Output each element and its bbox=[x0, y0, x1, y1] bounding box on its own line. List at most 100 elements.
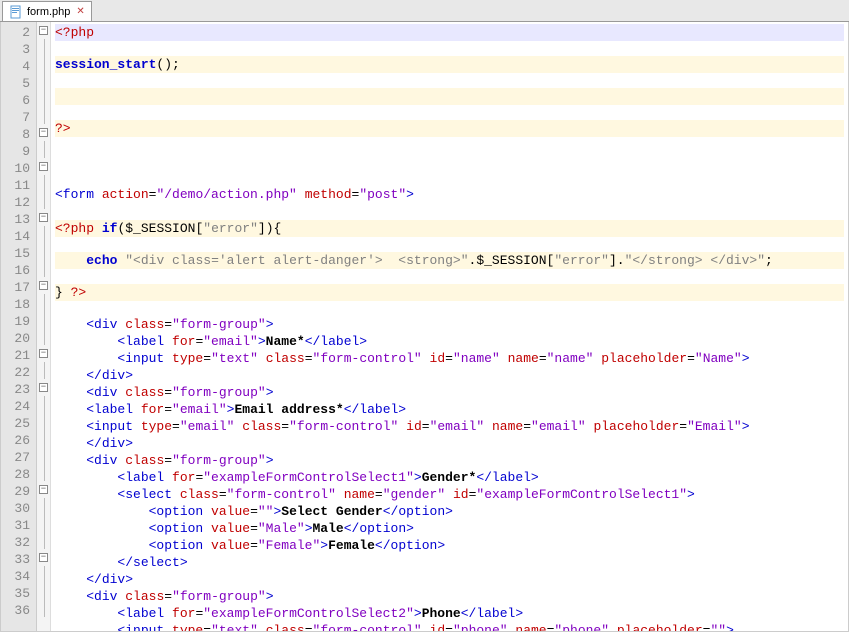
fold-marker[interactable] bbox=[37, 294, 50, 311]
line-number: 7 bbox=[5, 109, 30, 126]
code-line[interactable]: <label for="exampleFormControlSelect2">P… bbox=[55, 606, 523, 621]
line-number: 27 bbox=[5, 449, 30, 466]
code-editor[interactable]: 2345678910111213141516171819202122232425… bbox=[0, 22, 849, 632]
line-number: 23 bbox=[5, 381, 30, 398]
code-line[interactable]: </div> bbox=[55, 436, 133, 451]
line-number: 21 bbox=[5, 347, 30, 364]
fold-marker[interactable] bbox=[37, 90, 50, 107]
file-tab[interactable]: form.php ✕ bbox=[2, 1, 92, 21]
code-line[interactable]: <div class="form-group"> bbox=[55, 589, 274, 604]
fold-marker[interactable] bbox=[37, 107, 50, 124]
code-line[interactable]: <select class="form-control" name="gende… bbox=[55, 487, 695, 502]
code-line[interactable]: <option value="Female">Female</option> bbox=[55, 538, 445, 553]
fold-marker[interactable]: − bbox=[37, 277, 50, 294]
fold-marker[interactable] bbox=[37, 447, 50, 464]
code-line[interactable]: <option value="Male">Male</option> bbox=[55, 521, 414, 536]
code-line[interactable]: <label for="exampleFormControlSelect1">G… bbox=[55, 470, 539, 485]
code-line[interactable]: <?php bbox=[55, 24, 844, 41]
fold-marker[interactable]: − bbox=[37, 209, 50, 226]
fold-marker[interactable]: − bbox=[37, 124, 50, 141]
code-line[interactable] bbox=[55, 170, 63, 185]
code-line[interactable]: <div class="form-group"> bbox=[55, 385, 274, 400]
line-number: 18 bbox=[5, 296, 30, 313]
fold-column: − − − − − − − − − bbox=[37, 22, 51, 631]
fold-marker[interactable] bbox=[37, 600, 50, 617]
code-line[interactable] bbox=[55, 88, 844, 105]
line-number: 34 bbox=[5, 568, 30, 585]
fold-marker[interactable]: − bbox=[37, 549, 50, 566]
line-number: 32 bbox=[5, 534, 30, 551]
fold-marker[interactable] bbox=[37, 583, 50, 600]
fold-marker[interactable] bbox=[37, 566, 50, 583]
code-line[interactable]: <input type="email" class="form-control"… bbox=[55, 419, 750, 434]
fold-marker[interactable]: − bbox=[37, 158, 50, 175]
line-number: 20 bbox=[5, 330, 30, 347]
code-line[interactable] bbox=[55, 204, 63, 219]
line-number: 29 bbox=[5, 483, 30, 500]
line-number: 35 bbox=[5, 585, 30, 602]
line-number: 9 bbox=[5, 143, 30, 160]
code-line[interactable]: <?php if($_SESSION["error"]){ bbox=[55, 220, 844, 237]
fold-marker[interactable] bbox=[37, 328, 50, 345]
line-number: 36 bbox=[5, 602, 30, 619]
line-number: 2 bbox=[5, 24, 30, 41]
code-line[interactable]: <option value="">Select Gender</option> bbox=[55, 504, 453, 519]
line-number: 26 bbox=[5, 432, 30, 449]
fold-marker[interactable] bbox=[37, 243, 50, 260]
fold-marker[interactable] bbox=[37, 515, 50, 532]
fold-marker[interactable]: − bbox=[37, 22, 50, 39]
fold-marker[interactable] bbox=[37, 362, 50, 379]
line-number: 3 bbox=[5, 41, 30, 58]
fold-marker[interactable] bbox=[37, 226, 50, 243]
line-number: 28 bbox=[5, 466, 30, 483]
fold-marker[interactable] bbox=[37, 260, 50, 277]
code-line[interactable]: session_start(); bbox=[55, 56, 844, 73]
line-number: 22 bbox=[5, 364, 30, 381]
code-line[interactable]: </div> bbox=[55, 572, 133, 587]
code-line[interactable]: echo "<div class='alert alert-danger'> <… bbox=[55, 252, 844, 269]
fold-marker[interactable]: − bbox=[37, 481, 50, 498]
tab-bar: form.php ✕ bbox=[0, 0, 849, 22]
fold-marker[interactable]: − bbox=[37, 345, 50, 362]
fold-marker[interactable] bbox=[37, 192, 50, 209]
fold-marker[interactable] bbox=[37, 532, 50, 549]
code-line[interactable]: } ?> bbox=[55, 284, 844, 301]
fold-marker[interactable] bbox=[37, 464, 50, 481]
code-line[interactable]: <form action="/demo/action.php" method="… bbox=[55, 187, 414, 202]
code-line[interactable] bbox=[55, 153, 63, 168]
fold-marker[interactable] bbox=[37, 56, 50, 73]
code-line[interactable]: <label for="email">Email address*</label… bbox=[55, 402, 406, 417]
code-line[interactable]: </div> bbox=[55, 368, 133, 383]
line-number: 13 bbox=[5, 211, 30, 228]
fold-marker[interactable] bbox=[37, 430, 50, 447]
code-area[interactable]: <?php session_start(); ?> <form action="… bbox=[51, 22, 848, 631]
tab-filename: form.php bbox=[27, 6, 70, 18]
line-number: 14 bbox=[5, 228, 30, 245]
line-number: 8 bbox=[5, 126, 30, 143]
line-number: 19 bbox=[5, 313, 30, 330]
fold-marker[interactable] bbox=[37, 73, 50, 90]
line-number: 25 bbox=[5, 415, 30, 432]
fold-marker[interactable] bbox=[37, 39, 50, 56]
code-line[interactable]: <label for="email">Name*</label> bbox=[55, 334, 367, 349]
fold-marker[interactable]: − bbox=[37, 379, 50, 396]
line-number: 12 bbox=[5, 194, 30, 211]
line-number: 15 bbox=[5, 245, 30, 262]
line-number: 10 bbox=[5, 160, 30, 177]
line-number: 17 bbox=[5, 279, 30, 296]
tab-close-icon[interactable]: ✕ bbox=[76, 6, 84, 17]
code-line[interactable]: <input type="text" class="form-control" … bbox=[55, 623, 734, 631]
code-line[interactable]: ?> bbox=[55, 120, 844, 137]
code-line[interactable]: </select> bbox=[55, 555, 188, 570]
fold-marker[interactable] bbox=[37, 175, 50, 192]
fold-marker[interactable] bbox=[37, 413, 50, 430]
fold-marker[interactable] bbox=[37, 498, 50, 515]
fold-marker[interactable] bbox=[37, 311, 50, 328]
line-number: 5 bbox=[5, 75, 30, 92]
code-line[interactable]: <div class="form-group"> bbox=[55, 317, 274, 332]
code-line[interactable]: <input type="text" class="form-control" … bbox=[55, 351, 750, 366]
fold-marker[interactable] bbox=[37, 141, 50, 158]
fold-marker[interactable] bbox=[37, 396, 50, 413]
line-number: 4 bbox=[5, 58, 30, 75]
code-line[interactable]: <div class="form-group"> bbox=[55, 453, 274, 468]
